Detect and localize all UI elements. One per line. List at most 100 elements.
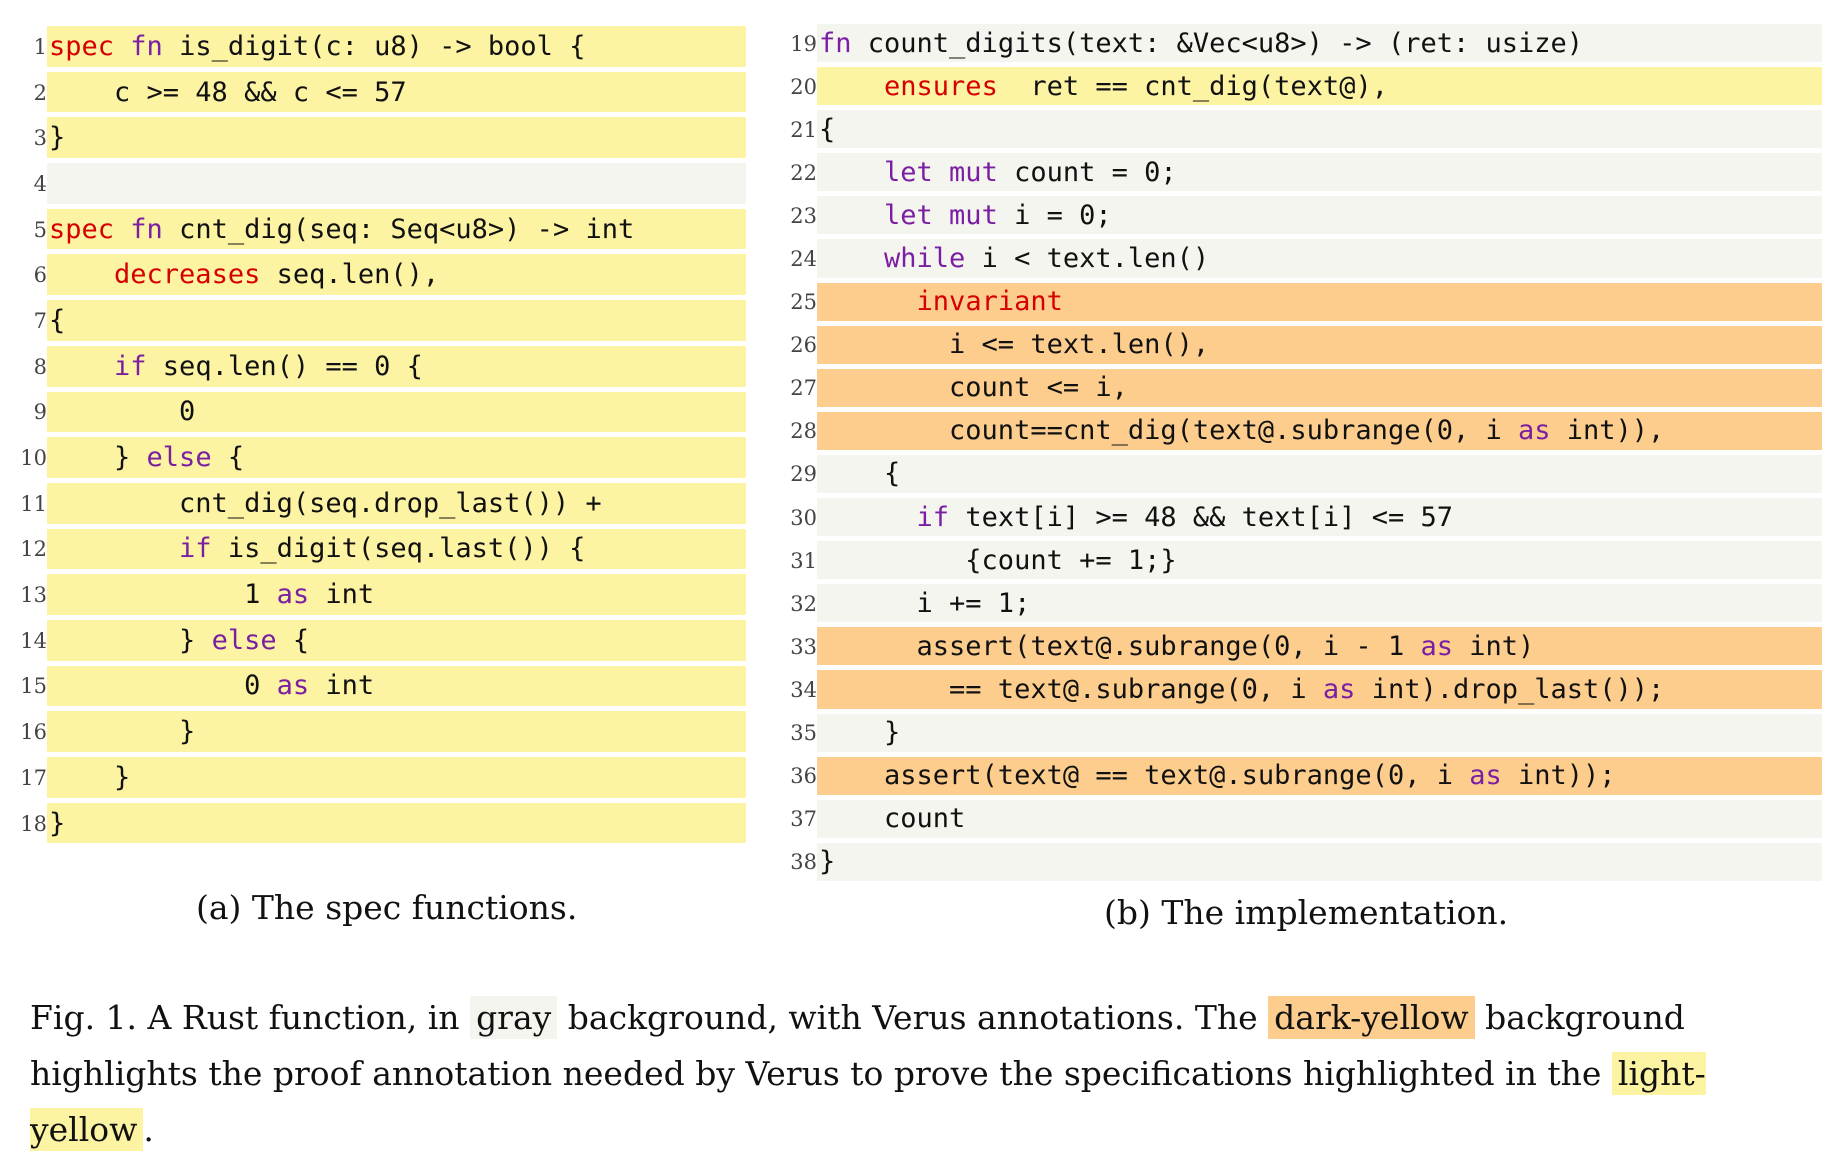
code-token: c >= 48 && c <= 57	[49, 76, 407, 108]
code-token: count	[819, 803, 966, 835]
caption-highlight-gray: gray	[470, 996, 558, 1039]
code-text: }	[47, 117, 746, 159]
line-number: 30	[790, 505, 817, 530]
code-token: seq.len() == 0 {	[146, 350, 423, 382]
code-token: 0	[49, 670, 277, 702]
code-token: {count += 1;}	[819, 544, 1177, 576]
keyword-token: if	[916, 501, 950, 533]
code-text: cnt_dig(seq.drop_last()) +	[47, 482, 746, 524]
code-text: i += 1;	[817, 584, 1822, 623]
code-token: int).drop_last());	[1355, 673, 1665, 705]
line-number: 20	[790, 74, 817, 99]
code-line: 28 count==cnt_dig(text@.subrange(0, i as…	[788, 410, 1822, 453]
caption-text: background, with Verus annotations. The	[557, 998, 1269, 1037]
code-token: 1	[49, 579, 277, 611]
spec-keyword-token: decreases	[114, 259, 261, 291]
code-line: 29 {	[788, 453, 1822, 496]
keyword-token: as	[1322, 673, 1356, 705]
code-token: }	[49, 807, 66, 839]
code-line: 10 } else {	[18, 435, 746, 481]
line-number: 14	[20, 628, 47, 653]
line-number: 31	[790, 548, 817, 573]
line-number: 16	[20, 720, 47, 745]
code-line: 19 fn count_digits(text: &Vec<u8>) -> (re…	[788, 22, 1822, 65]
code-line: 7{	[18, 298, 746, 344]
line-number: 4	[33, 171, 47, 196]
code-text: == text@.subrange(0, i as int).drop_last…	[817, 670, 1822, 709]
code-line: 8 if seq.len() == 0 {	[18, 344, 746, 390]
code-text: while i < text.len()	[817, 239, 1822, 278]
code-line: 36 assert(text@ == text@.subrange(0, i a…	[788, 755, 1822, 798]
line-number: 17	[20, 765, 47, 790]
line-number: 11	[20, 491, 47, 516]
code-token: text[i] >= 48 && text[i] <= 57	[949, 501, 1453, 533]
caption-text: Fig. 1. A Rust function, in	[30, 998, 471, 1037]
line-number: 12	[20, 537, 47, 562]
code-token: is_digit(c: u8) -> bool {	[162, 30, 586, 62]
code-text: } else {	[47, 437, 746, 478]
spec-keyword-token: spec	[49, 30, 115, 62]
code-line: 23 let mut i = 0;	[788, 194, 1822, 237]
code-text: fn count_digits(text: &Vec<u8>) -> (ret:…	[817, 24, 1822, 63]
code-token: }	[49, 624, 212, 656]
keyword-token: fn	[130, 213, 163, 245]
code-token: }	[49, 716, 196, 748]
code-token: ret == cnt_dig(text@),	[997, 70, 1388, 102]
code-token: }	[49, 761, 131, 793]
spec-keyword-token: invariant	[916, 286, 1063, 318]
code-line: 18}	[18, 801, 746, 847]
code-token: is_digit(seq.last()) {	[211, 533, 586, 565]
code-token: }	[819, 846, 836, 878]
code-text: }	[47, 711, 746, 752]
code-text: invariant	[817, 282, 1822, 321]
subcaption-b: (b) The implementation.	[1104, 893, 1509, 932]
code-line: 31 {count += 1;}	[788, 539, 1822, 582]
code-text: ensures ret == cnt_dig(text@),	[817, 67, 1822, 106]
spec-keyword-token: ensures	[884, 70, 998, 102]
code-token: int));	[1501, 760, 1616, 792]
code-line: 13 1 as int	[18, 572, 746, 618]
line-number: 18	[20, 811, 47, 836]
code-line: 26 i <= text.len(),	[788, 324, 1822, 367]
line-number: 6	[33, 263, 47, 288]
line-number: 7	[33, 308, 47, 333]
code-panel-implementation: 19 fn count_digits(text: &Vec<u8>) -> (re…	[788, 22, 1822, 884]
code-line: 37 count	[788, 798, 1822, 841]
line-number: 22	[790, 160, 817, 185]
keyword-token: let mut	[884, 156, 998, 188]
code-text: 0 as int	[47, 665, 746, 707]
code-token: i < text.len()	[965, 243, 1210, 275]
keyword-token: while	[884, 243, 966, 275]
code-line: 2 c >= 48 && c <= 57	[18, 70, 746, 116]
code-text	[47, 163, 746, 204]
code-text: 1 as int	[47, 574, 746, 615]
code-line: 12 if is_digit(seq.last()) {	[18, 527, 746, 573]
code-token: i += 1;	[819, 587, 1031, 619]
keyword-token: as	[276, 579, 310, 611]
line-number: 32	[790, 591, 817, 616]
code-text: } else {	[47, 619, 746, 661]
code-line: 22 let mut count = 0;	[788, 151, 1822, 194]
code-text: }	[47, 757, 746, 798]
subcaption-a: (a) The spec functions.	[196, 888, 578, 927]
caption-highlight-dark-yellow: dark-yellow	[1268, 996, 1475, 1039]
keyword-token: as	[1469, 760, 1502, 792]
code-line: 27 count <= i,	[788, 367, 1822, 410]
code-token: i <= text.len(),	[819, 329, 1210, 361]
code-line: 38}	[788, 841, 1822, 884]
line-number: 28	[790, 419, 817, 444]
code-text: let mut i = 0;	[817, 196, 1822, 235]
code-text: if text[i] >= 48 && text[i] <= 57	[817, 498, 1822, 537]
keyword-token: as	[276, 670, 310, 702]
line-number: 21	[790, 117, 817, 142]
code-token: i = 0;	[997, 199, 1112, 231]
code-text: {	[817, 110, 1822, 149]
code-token: }	[819, 717, 901, 749]
code-line: 34 == text@.subrange(0, i as int).drop_l…	[788, 668, 1822, 711]
code-text: 0	[47, 391, 746, 433]
